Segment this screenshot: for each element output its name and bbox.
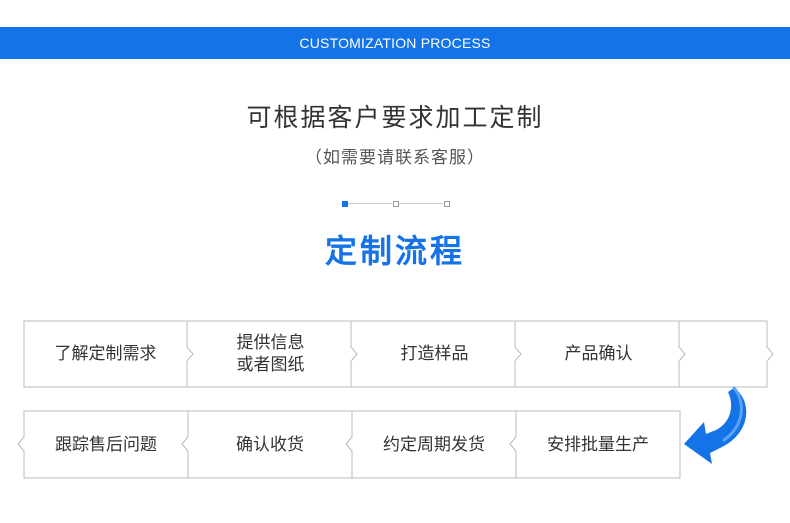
page-subtitle: （如需要请联系客服） [305,148,485,168]
banner: CUSTOMIZATION PROCESS [0,27,790,59]
divider [399,203,443,204]
page-title: 可根据客户要求加工定制 [246,103,544,132]
dot [393,201,399,207]
step-7-label: 确认收货 [236,434,304,455]
decorative-dots [342,200,452,210]
step-6-label: 跟踪售后问题 [55,434,157,455]
step-9-label: 安排批量生产 [547,434,649,455]
step-2-label: 提供信息 或者图纸 [236,333,305,375]
process-title: 定制流程 [324,232,465,270]
step-4-label: 产品确认 [564,344,633,364]
step-3-label: 打造样品 [400,344,469,364]
step-1-label: 了解定制需求 [54,344,157,364]
u-turn-arrow-icon [684,386,747,464]
divider [348,203,392,204]
step-5-label [682,321,767,387]
dot [444,201,450,207]
dot-active [342,201,348,207]
step-8-label: 约定周期发货 [383,434,485,455]
